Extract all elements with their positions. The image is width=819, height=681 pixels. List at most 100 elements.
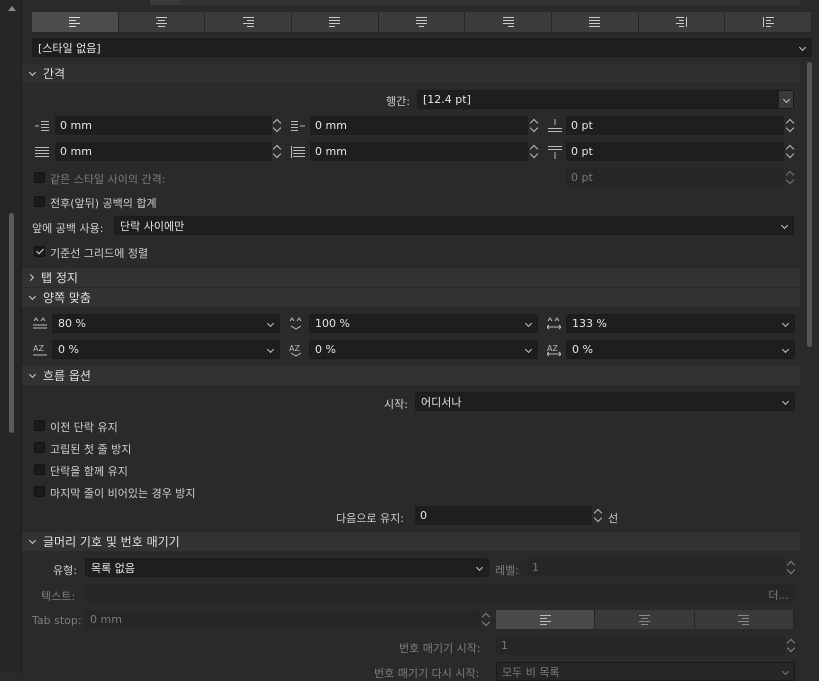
bullet-text-more-button[interactable]: 더... [768,587,789,603]
leading-dropdown-button[interactable] [779,91,793,108]
keep-together-checkbox[interactable] [34,464,45,475]
left-indent-input[interactable]: 0 mm [55,116,272,135]
chevron-down-icon [266,345,275,353]
keep-with-next-input[interactable]: 0 [415,506,592,525]
justify-desired-value: 0 % [315,343,336,356]
space-before-icon [548,119,562,133]
same-style-spacing-label: 같은 스타일 사이의 간격: [50,173,166,186]
same-style-spacing-input[interactable]: 0 pt [566,168,784,187]
left-indent-value: 0 mm [60,119,92,132]
align-toward-spine-button[interactable] [638,12,726,32]
sum-spacing-label: 전후(앞뒤) 공백의 합계 [50,197,157,210]
same-style-spacing-value: 0 pt [571,171,593,184]
tabstop-input[interactable]: 0 mm [85,610,480,629]
justify-left-icon [329,17,341,27]
right-indent-stepper[interactable] [273,142,282,160]
chevron-down-icon [781,345,790,353]
leading-value: [12.4 pt] [423,93,471,106]
first-line-indent-stepper[interactable] [530,116,539,134]
space-before-stepper[interactable] [786,116,795,134]
widow-label: 마지막 줄이 비어있는 경우 방지 [50,487,196,500]
section-spacing-header[interactable]: 간격 [22,64,800,83]
space-after-stepper[interactable] [786,142,795,160]
align-baseline-label: 기준선 그리드에 정렬 [50,247,149,260]
section-bullets-header[interactable]: 글머리 기호 및 번호 매기기 [22,532,800,551]
keep-with-next-stepper[interactable] [594,506,603,524]
align-baseline-checkbox[interactable] [34,246,45,257]
bullet-text-input[interactable]: 더... [85,584,795,603]
align-right-button[interactable] [205,12,293,32]
bullet-align-left-button[interactable] [496,610,596,629]
first-line-indent-input[interactable]: 0 mm [310,116,528,135]
flow-start-label: 시작: [384,398,408,411]
bullet-type-value: 목록 없음 [91,561,135,575]
orphan-checkbox[interactable] [34,442,45,453]
right-indent-value: 0 mm [60,145,92,158]
first-line-indent-icon [291,119,305,133]
sum-spacing-checkbox[interactable] [34,196,45,207]
justify-min-select[interactable]: 0 % [52,340,280,359]
section-spacing-title: 간격 [43,67,66,81]
same-style-spacing-checkbox[interactable] [34,172,45,183]
space-before-input[interactable]: 0 pt [566,116,784,135]
section-flow-header[interactable]: 흐름 옵션 [22,366,800,385]
scroll-up-arrow-icon[interactable] [8,6,16,11]
keep-previous-checkbox[interactable] [34,420,45,431]
left-scrollbar-thumb[interactable] [9,213,14,433]
justify-all-button[interactable] [552,12,639,32]
bullet-level-input[interactable]: 1 [527,558,785,577]
numbering-restart-select[interactable]: 모두 비 목록 [496,662,795,681]
flow-start-select[interactable]: 어디서나 [415,392,795,411]
align-center-button[interactable] [118,12,206,32]
last-line-indent-icon [291,145,305,159]
align-away-spine-button[interactable] [725,12,813,32]
right-scrollbar-thumb[interactable] [807,62,812,347]
align-left-button[interactable] [32,12,119,32]
leading-select[interactable]: [12.4 pt] [417,90,794,109]
last-line-indent-input[interactable]: 0 mm [310,142,528,161]
lines-suffix: 선 [608,512,619,525]
word-spacing-value: 80 % [58,317,86,330]
justify-center-icon [416,17,428,27]
justify-desired-select[interactable]: 0 % [309,340,538,359]
section-justification-header[interactable]: 양쪽 맞춤 [22,288,800,307]
tabstop-stepper[interactable] [482,610,491,628]
letter-spacing-select[interactable]: 100 % [309,314,538,333]
justify-left-button[interactable] [292,12,379,32]
expanded-chevron-icon [28,68,37,76]
bullet-level-stepper[interactable] [787,558,796,576]
tabstop-value: 0 mm [90,613,122,626]
bullet-type-select[interactable]: 목록 없음 [85,558,489,577]
same-style-spacing-stepper[interactable] [786,168,795,186]
alignment-toolbar [32,12,813,32]
az-slant-icon: AZ [289,343,303,357]
justify-right-button[interactable] [465,12,553,32]
justify-max-select[interactable]: 0 % [566,340,795,359]
space-before-use-select[interactable]: 단락 사이에만 [114,216,794,235]
space-before-use-value: 단락 사이에만 [120,219,185,233]
align-toward-spine-icon [676,17,688,27]
chevron-down-icon [475,563,484,571]
glyph-scaling-select[interactable]: 133 % [566,314,795,333]
widow-checkbox[interactable] [34,486,45,497]
paragraph-style-select[interactable]: [스타일 없음] [32,38,812,57]
svg-text:AZ: AZ [289,344,300,353]
bullet-align-right-button[interactable] [694,610,794,629]
section-tab-stops-header[interactable]: 탭 정지 [22,268,800,287]
chevron-down-icon [524,319,533,327]
last-line-indent-stepper[interactable] [530,142,539,160]
chevron-down-icon [782,95,791,103]
align-center-icon [156,17,167,27]
align-right-icon [242,17,254,27]
numbering-start-stepper[interactable] [787,636,796,654]
right-indent-input[interactable]: 0 mm [55,142,272,161]
section-justification-title: 양쪽 맞춤 [43,291,91,305]
left-indent-stepper[interactable] [273,116,282,134]
space-after-input[interactable]: 0 pt [566,142,784,161]
svg-text:AZ: AZ [33,344,44,353]
justify-min-value: 0 % [58,343,79,356]
bullet-align-center-button[interactable] [595,610,695,629]
justify-center-button[interactable] [378,12,466,32]
word-spacing-select[interactable]: 80 % [52,314,280,333]
numbering-start-input[interactable]: 1 [496,636,785,655]
